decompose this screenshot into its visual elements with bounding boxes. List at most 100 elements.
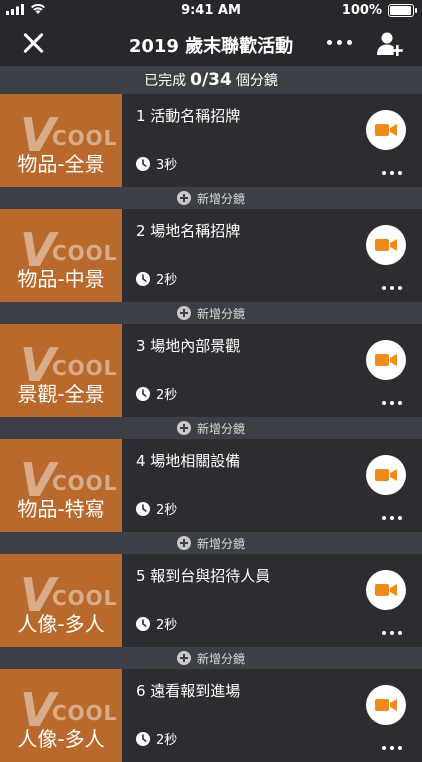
shot-duration: 3秒 [136, 154, 177, 173]
shot-duration: 2秒 [136, 729, 177, 748]
shot-duration: 2秒 [136, 499, 177, 518]
video-camera-icon [375, 124, 397, 136]
shot-row[interactable]: V COOL 景觀-全景 3 場地內部景觀 2秒 [0, 324, 422, 417]
shot-type-label: 人像-多人 [17, 612, 105, 636]
shot-type-label: 景觀-全景 [17, 382, 105, 406]
record-video-button[interactable] [366, 110, 406, 150]
shot-title: 4 場地相關設備 [136, 452, 241, 470]
shot-title: 2 場地名稱招牌 [136, 222, 241, 240]
duration-text: 3秒 [156, 158, 178, 173]
duration-text: 2秒 [156, 388, 178, 403]
record-video-button[interactable] [366, 685, 406, 725]
shot-row[interactable]: V COOL 物品-全景 1 活動名稱招牌 3秒 [0, 94, 422, 187]
progress-prefix: 已完成 [144, 73, 187, 89]
plus-icon [176, 536, 191, 550]
shot-thumbnail[interactable]: V COOL 物品-全景 [0, 94, 122, 187]
clock-icon [136, 731, 150, 746]
clock-icon [136, 616, 150, 631]
clock-icon [136, 156, 150, 171]
video-camera-icon [375, 469, 397, 481]
clock-icon [136, 501, 150, 516]
shot-thumbnail[interactable]: V COOL 人像-多人 [0, 669, 122, 762]
add-shot-button[interactable]: 新增分鏡 [0, 647, 422, 669]
shot-list: V COOL 物品-全景 1 活動名稱招牌 3秒 新增分鏡 V COOL 物品-… [0, 94, 422, 762]
shot-thumbnail[interactable]: V COOL 物品-特寫 [0, 439, 122, 532]
add-shot-button[interactable]: 新增分鏡 [0, 187, 422, 209]
shot-duration: 2秒 [136, 614, 177, 633]
clock-icon [136, 386, 150, 401]
add-shot-label: 新增分鏡 [196, 421, 245, 436]
shot-type-label: 物品-中景 [17, 267, 105, 291]
clock-icon [136, 271, 150, 286]
shot-more-options-icon[interactable] [382, 286, 402, 290]
shot-duration: 2秒 [136, 269, 177, 288]
duration-text: 2秒 [156, 618, 178, 633]
shot-info: 5 報到台與招待人員 2秒 [122, 554, 422, 647]
shot-type-label: 人像-多人 [17, 727, 105, 751]
shot-thumbnail[interactable]: V COOL 景觀-全景 [0, 324, 122, 417]
battery-percent: 100% [341, 3, 382, 18]
shot-duration: 2秒 [136, 384, 177, 403]
shot-info: 6 遠看報到進場 2秒 [122, 669, 422, 762]
battery-icon [388, 4, 417, 17]
record-video-button[interactable] [366, 455, 406, 495]
shot-title: 6 遠看報到進場 [136, 682, 241, 700]
shot-info: 2 場地名稱招牌 2秒 [122, 209, 422, 302]
progress-bar: 已完成 0/34 個分鏡 [0, 66, 422, 94]
shot-thumbnail[interactable]: V COOL 物品-中景 [0, 209, 122, 302]
add-shot-button[interactable]: 新增分鏡 [0, 417, 422, 439]
shot-title: 1 活動名稱招牌 [136, 107, 241, 125]
shot-more-options-icon[interactable] [382, 516, 402, 520]
more-options-icon[interactable] [327, 40, 352, 45]
add-shot-button[interactable]: 新增分鏡 [0, 302, 422, 324]
video-camera-icon [375, 584, 397, 596]
status-bar: 9:41 AM 100% [0, 0, 422, 22]
battery-area: 100% [341, 3, 417, 18]
shot-more-options-icon[interactable] [382, 746, 402, 750]
page-title: 2019 歲末聯歡活動 [128, 36, 294, 57]
shot-title: 5 報到台與招待人員 [136, 567, 271, 585]
progress-count: 0/34 [190, 70, 232, 90]
shot-info: 3 場地內部景觀 2秒 [122, 324, 422, 417]
add-shot-label: 新增分鏡 [196, 191, 245, 206]
shot-info: 4 場地相關設備 2秒 [122, 439, 422, 532]
add-shot-button[interactable]: 新增分鏡 [0, 532, 422, 554]
vcool-logo-text: COOL [52, 471, 118, 495]
add-user-icon[interactable] [376, 30, 404, 58]
add-shot-label: 新增分鏡 [196, 651, 245, 666]
add-shot-label: 新增分鏡 [196, 536, 245, 551]
vcool-logo-text: COOL [52, 586, 118, 610]
shot-more-options-icon[interactable] [382, 631, 402, 635]
record-video-button[interactable] [366, 570, 406, 610]
shot-row[interactable]: V COOL 物品-中景 2 場地名稱招牌 2秒 [0, 209, 422, 302]
video-camera-icon [375, 239, 397, 251]
shot-more-options-icon[interactable] [382, 401, 402, 405]
duration-text: 2秒 [156, 733, 178, 748]
duration-text: 2秒 [156, 273, 178, 288]
video-camera-icon [375, 699, 397, 711]
shot-thumbnail[interactable]: V COOL 人像-多人 [0, 554, 122, 647]
plus-icon [176, 421, 191, 435]
duration-text: 2秒 [156, 503, 178, 518]
vcool-logo-text: COOL [52, 241, 118, 265]
shot-row[interactable]: V COOL 人像-多人 5 報到台與招待人員 2秒 [0, 554, 422, 647]
shot-type-label: 物品-特寫 [17, 497, 105, 521]
progress-suffix: 個分鏡 [235, 73, 278, 89]
record-video-button[interactable] [366, 225, 406, 265]
video-camera-icon [375, 354, 397, 366]
vcool-logo-text: COOL [52, 701, 118, 725]
shot-info: 1 活動名稱招牌 3秒 [122, 94, 422, 187]
vcool-logo-text: COOL [52, 356, 118, 380]
record-video-button[interactable] [366, 340, 406, 380]
shot-title: 3 場地內部景觀 [136, 337, 241, 355]
shot-row[interactable]: V COOL 物品-特寫 4 場地相關設備 2秒 [0, 439, 422, 532]
nav-bar: 2019 歲末聯歡活動 [0, 22, 422, 66]
shot-more-options-icon[interactable] [382, 171, 402, 175]
shot-type-label: 物品-全景 [17, 152, 105, 176]
plus-icon [176, 191, 191, 205]
add-shot-label: 新增分鏡 [196, 306, 245, 321]
plus-icon [176, 651, 191, 665]
vcool-logo-text: COOL [52, 126, 118, 150]
plus-icon [176, 306, 191, 320]
shot-row[interactable]: V COOL 人像-多人 6 遠看報到進場 2秒 [0, 669, 422, 762]
